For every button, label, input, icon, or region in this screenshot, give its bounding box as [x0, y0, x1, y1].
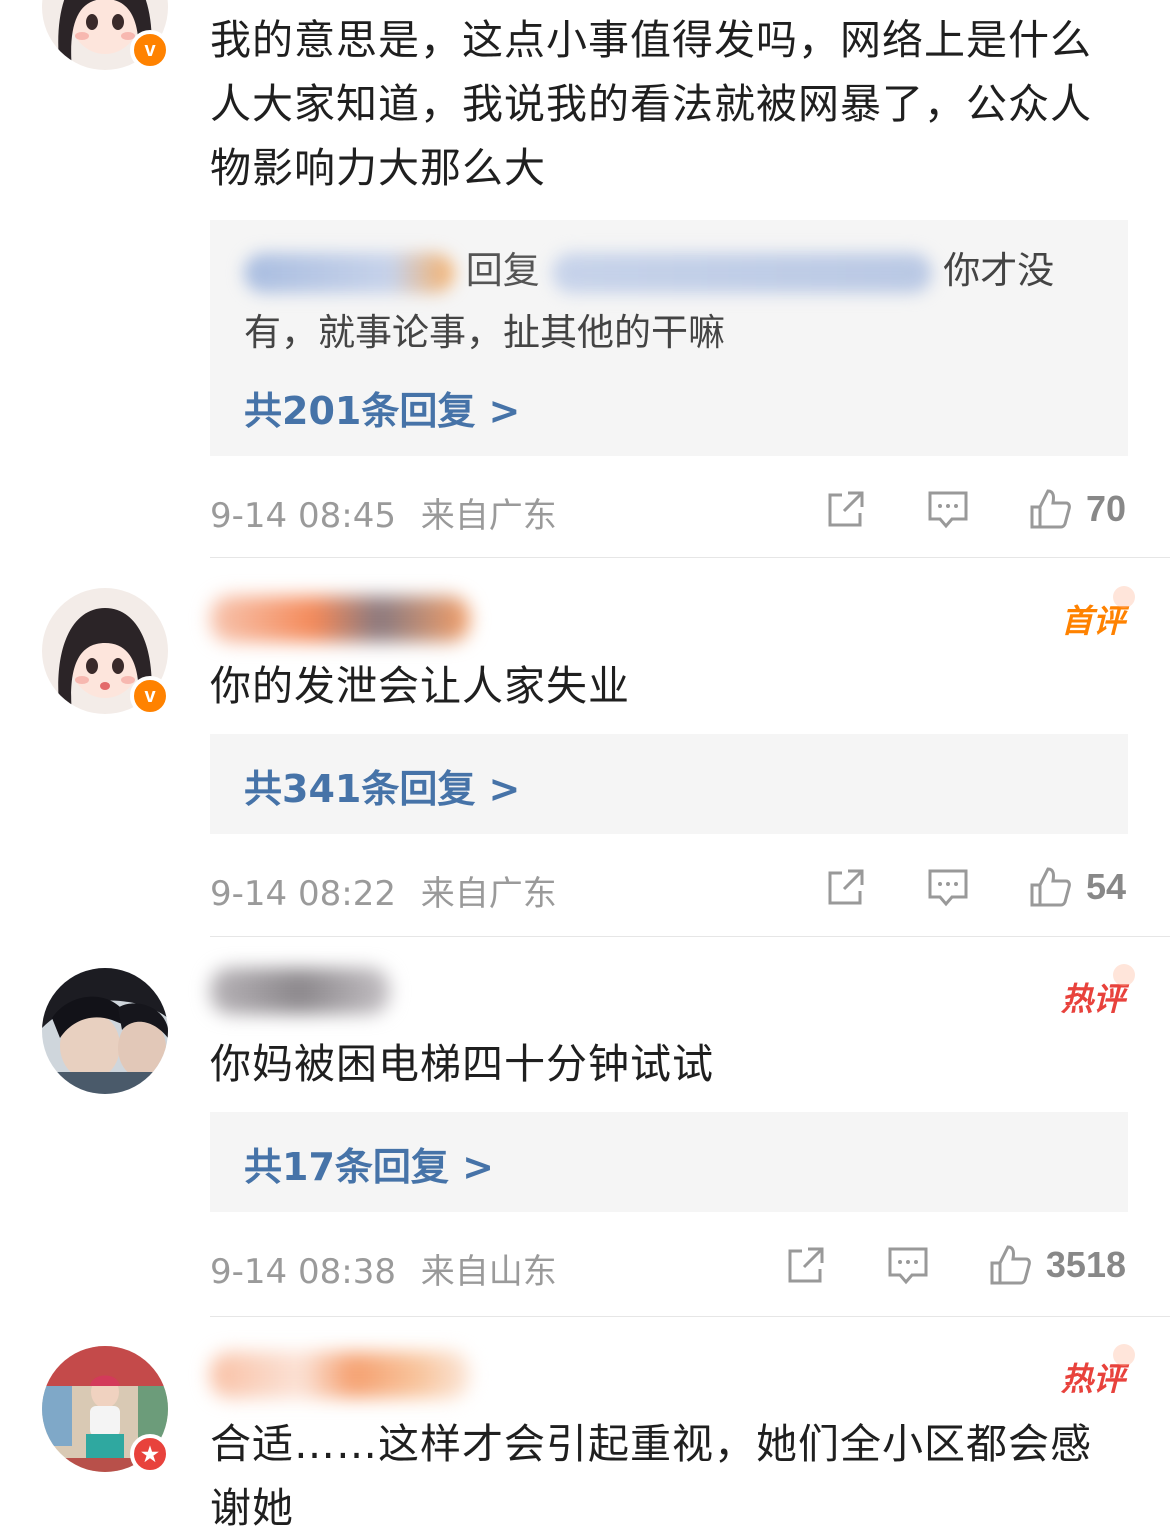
comment-text: 你的发泄会让人家失业 — [210, 662, 630, 710]
location: 来自山东 — [420, 1252, 557, 1292]
comment-meta: 9-14 08:22 来自广东 — [210, 866, 557, 915]
reply-label: 回复 — [465, 249, 540, 292]
comment-meta: 9-14 08:38 来自山东 — [210, 1244, 557, 1293]
reply-preview-box[interactable]: 共341条回复 > — [210, 734, 1128, 834]
share-icon[interactable] — [824, 487, 868, 531]
share-icon[interactable] — [824, 865, 868, 909]
comment-text: 合适……这样才会引起重视，她们全小区都会感谢她 — [210, 1420, 1092, 1532]
reply-count-link[interactable]: 共341条回复 > — [244, 758, 520, 813]
like-count: 54 — [1085, 866, 1126, 907]
comment-text: 你妈被困电梯四十分钟试试 — [210, 1040, 714, 1088]
comment-text: 我的意思是，这点小事值得发吗，网络上是什么人大家知道，我说我的看法就被网暴了，公… — [210, 16, 1092, 192]
reply-preview-text: 回复 你才没有，就事论事，扯其他的干嘛 — [244, 240, 1104, 364]
timestamp: 9-14 08:22 — [210, 874, 396, 914]
divider — [210, 1316, 1170, 1317]
verified-badge-icon: v — [130, 676, 170, 716]
comment-actions: 54 — [766, 862, 1126, 912]
comment-feed: v 我的意思是，这点小事值得发吗，网络上是什么人大家知道，我说我的看法就被网暴了… — [0, 0, 1170, 1540]
like-icon[interactable] — [1028, 865, 1072, 909]
blurred-username[interactable] — [210, 596, 470, 642]
comment-meta: 9-14 08:45 来自广东 — [210, 488, 557, 537]
like-count: 3518 — [1045, 1244, 1126, 1285]
like-icon[interactable] — [988, 1243, 1032, 1287]
location: 来自广东 — [420, 874, 557, 914]
photo-avatar-icon — [42, 968, 168, 1094]
like-icon[interactable] — [1028, 487, 1072, 531]
divider — [210, 936, 1170, 937]
comment-actions: 70 — [766, 484, 1126, 534]
share-icon[interactable] — [784, 1243, 828, 1287]
timestamp: 9-14 08:45 — [210, 496, 396, 536]
comment-item: 热评 你妈被困电梯四十分钟试试 共17条回复 > 9-14 08:38 来自山东… — [0, 938, 1170, 1318]
reply-count-link[interactable]: 共201条回复 > — [244, 380, 520, 435]
reply-preview-box[interactable]: 共17条回复 > — [210, 1112, 1128, 1212]
avatar[interactable] — [42, 968, 168, 1094]
star-badge-icon: ★ — [130, 1434, 170, 1474]
comment-item: ★ 热评 合适……这样才会引起重视，她们全小区都会感谢她 — [0, 1318, 1170, 1540]
blurred-username — [551, 252, 932, 293]
hot-comment-tag: 热评 — [1061, 1344, 1136, 1400]
comment-icon[interactable] — [926, 487, 970, 531]
reply-count-link[interactable]: 共17条回复 > — [244, 1136, 494, 1191]
verified-badge-icon: v — [130, 30, 170, 70]
comment-actions: 3518 — [726, 1240, 1126, 1290]
blurred-username[interactable] — [210, 1352, 470, 1398]
location: 来自广东 — [420, 496, 557, 536]
like-count: 70 — [1085, 488, 1126, 529]
comment-icon[interactable] — [886, 1243, 930, 1287]
comment-item: v 我的意思是，这点小事值得发吗，网络上是什么人大家知道，我说我的看法就被网暴了… — [0, 0, 1170, 560]
blurred-username[interactable] — [210, 968, 390, 1014]
first-comment-tag: 首评 — [1061, 586, 1136, 642]
hot-comment-tag: 热评 — [1061, 964, 1136, 1020]
comment-icon[interactable] — [926, 865, 970, 909]
comment-item: v 首评 你的发泄会让人家失业 共341条回复 > 9-14 08:22 来自广… — [0, 560, 1170, 938]
divider — [210, 557, 1170, 558]
reply-preview-box[interactable]: 回复 你才没有，就事论事，扯其他的干嘛 共201条回复 > — [210, 220, 1128, 456]
blurred-username — [244, 252, 454, 293]
timestamp: 9-14 08:38 — [210, 1252, 396, 1292]
